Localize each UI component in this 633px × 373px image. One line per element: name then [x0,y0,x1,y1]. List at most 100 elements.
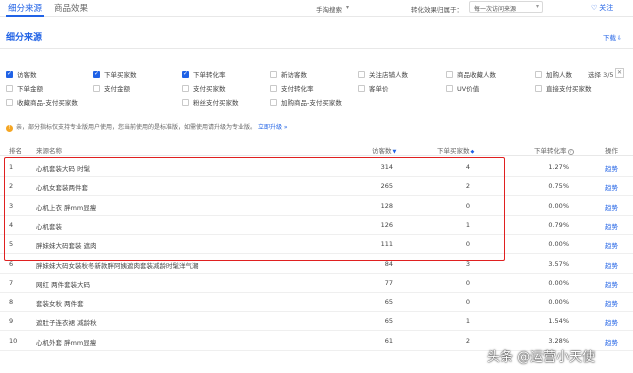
checkbox[interactable] [6,70,13,78]
checkbox[interactable] [182,70,189,78]
metric-order-amount[interactable]: 下单金额 [6,83,43,93]
trend-link[interactable]: 趋势 [605,317,618,327]
metric-fan-pay-buyers[interactable]: 粉丝支付买家数 [182,97,239,107]
col-visitors[interactable]: 访客数▼ [372,145,396,155]
trend-link[interactable]: 趋势 [605,163,618,173]
rate-cell: 0.00% [548,240,569,249]
checkbox[interactable] [358,85,365,92]
source-name-cell: 心机上衣 胖mm显瘦 [36,203,97,212]
follow-label: 关注 [599,4,614,12]
table-row: 2 心机女套装两件套 265 2 0.75% 趋势 [0,177,633,197]
reset-selection-button[interactable]: ✕ [615,68,624,78]
metric-cart-users[interactable]: 加购人数 [535,69,572,79]
checkbox[interactable] [93,70,100,78]
metric-fav-pay-buyers[interactable]: 收藏商品-支付买家数 [6,97,78,107]
visitors-cell: 84 [384,259,393,268]
metric-new-visitors[interactable]: 新访客数 [270,69,307,79]
metric-label: 下单买家数 [104,71,137,79]
metric-visitors[interactable]: 访客数 [6,69,37,79]
download-icon: ⇩ [617,35,623,42]
checkbox[interactable] [270,85,277,92]
sort-icon[interactable]: ◆ [471,149,475,155]
download-button[interactable]: 下载⇩ [603,32,622,42]
table-row: 6 胖妹妹大码女装秋冬新款胖阿姨遮肉套装减龄时髦洋气潮 84 3 3.57% 趋势 [0,255,633,274]
metric-direct-pay-buyers[interactable]: 直接支付买家数 [535,83,592,93]
buyers-cell: 4 [465,163,470,171]
visitors-cell: 126 [380,220,393,229]
trend-link[interactable]: 趋势 [605,182,618,192]
checkbox[interactable] [270,71,277,78]
metric-order-rate[interactable]: 下单转化率 [182,69,226,79]
table-row: 1 心机套装大码 时髦 314 4 1.27% 趋势 [0,158,633,177]
checkbox[interactable] [6,99,13,106]
table-row: 9 遮肚子连衣裙 减龄秋 65 1 1.54% 趋势 [0,312,633,332]
terminal-source-label[interactable]: 手淘搜索 [316,4,342,14]
metric-label: UV价值 [457,85,480,93]
follow-button[interactable]: ♡ 关注 [591,3,613,13]
trend-link[interactable]: 趋势 [605,279,618,289]
checkbox[interactable] [6,85,13,92]
rate-cell: 0.75% [548,182,569,191]
col-rate[interactable]: 下单转化率? [534,145,574,155]
heart-icon: ♡ [591,4,598,12]
checkbox[interactable] [182,85,189,92]
visitors-cell: 65 [384,317,393,326]
trend-link[interactable]: 趋势 [605,240,618,250]
metric-cart-pay-buyers[interactable]: 加购商品-支付买家数 [270,97,342,107]
source-name-cell: 心机套装大码 时髦 [36,165,91,173]
metric-fav-users[interactable]: 商品收藏人数 [446,69,496,79]
source-name-cell: 心机女套装两件套 [36,184,88,193]
notice-text: 亲，部分指标仅支持专业版用户使用，您当前使用的是标准版，如需使用请升级为专业版。 [16,124,257,131]
help-icon[interactable]: ? [567,149,574,155]
upgrade-link[interactable]: 立即升级 » [258,124,288,131]
buyers-cell: 0 [465,240,470,249]
checkbox[interactable] [93,85,100,92]
selection-count: 选择 3/5 [588,71,614,79]
table-row: 8 套装女秋 两件套 65 0 0.00% 趋势 [0,293,633,313]
trend-link[interactable]: 趋势 [605,337,618,347]
metric-pay-rate[interactable]: 支付转化率 [270,83,314,93]
metric-pay-buyers[interactable]: 支付买家数 [182,83,226,93]
checkbox[interactable] [535,71,542,78]
rate-cell: 0.00% [548,278,569,287]
tab-product-effect[interactable]: 商品效果 [54,2,88,14]
metric-shop-followers[interactable]: 关注店铺人数 [358,69,408,79]
metric-avg-price[interactable]: 客单价 [358,83,389,93]
col-buyers[interactable]: 下单买家数◆ [437,145,474,155]
trend-link[interactable]: 趋势 [605,260,618,270]
rank-cell: 9 [9,317,14,326]
tab-source-detail[interactable]: 细分来源 [8,2,42,14]
checkbox[interactable] [358,71,365,78]
checkbox[interactable] [182,99,189,106]
download-label: 下载 [603,34,616,42]
checkbox[interactable] [270,99,277,106]
chevron-down-icon[interactable]: ▾ [346,4,349,11]
source-name-cell: 遮肚子连衣裙 减龄秋 [36,319,97,328]
rank-cell: 8 [9,298,14,307]
trend-link[interactable]: 趋势 [605,298,618,308]
metric-label: 支付转化率 [281,85,314,93]
trend-link[interactable]: 趋势 [605,202,618,212]
col-source: 来源名称 [36,147,62,155]
checkbox[interactable] [446,71,453,78]
metric-pay-amount[interactable]: 支付金额 [93,83,130,93]
top-bar: 细分来源 商品效果 手淘搜索 ▾ 转化效果归属于： 每一次访问来源 ▾ ♡ 关注 [0,0,633,17]
visitors-cell: 265 [380,182,393,191]
buyers-cell: 2 [465,336,470,345]
visitors-cell: 314 [380,163,393,171]
rate-cell: 0.79% [548,220,569,229]
rate-cell: 1.27% [548,163,569,171]
source-name-cell: 套装女秋 两件套 [36,300,84,309]
trend-link[interactable]: 趋势 [605,221,618,231]
metric-order-buyers[interactable]: 下单买家数 [93,69,137,79]
watermark: 头条 @运营小天使 [487,350,596,365]
rank-cell: 6 [9,259,14,268]
attribution-select[interactable]: 每一次访问来源 ▾ [469,1,543,13]
metric-label: 客单价 [369,85,389,93]
col-op: 操作 [605,147,618,155]
visitors-cell: 128 [380,201,393,210]
sort-desc-icon[interactable]: ▼ [393,149,397,155]
metric-uv-value[interactable]: UV价值 [446,83,479,93]
checkbox[interactable] [535,85,542,92]
checkbox[interactable] [446,85,453,92]
